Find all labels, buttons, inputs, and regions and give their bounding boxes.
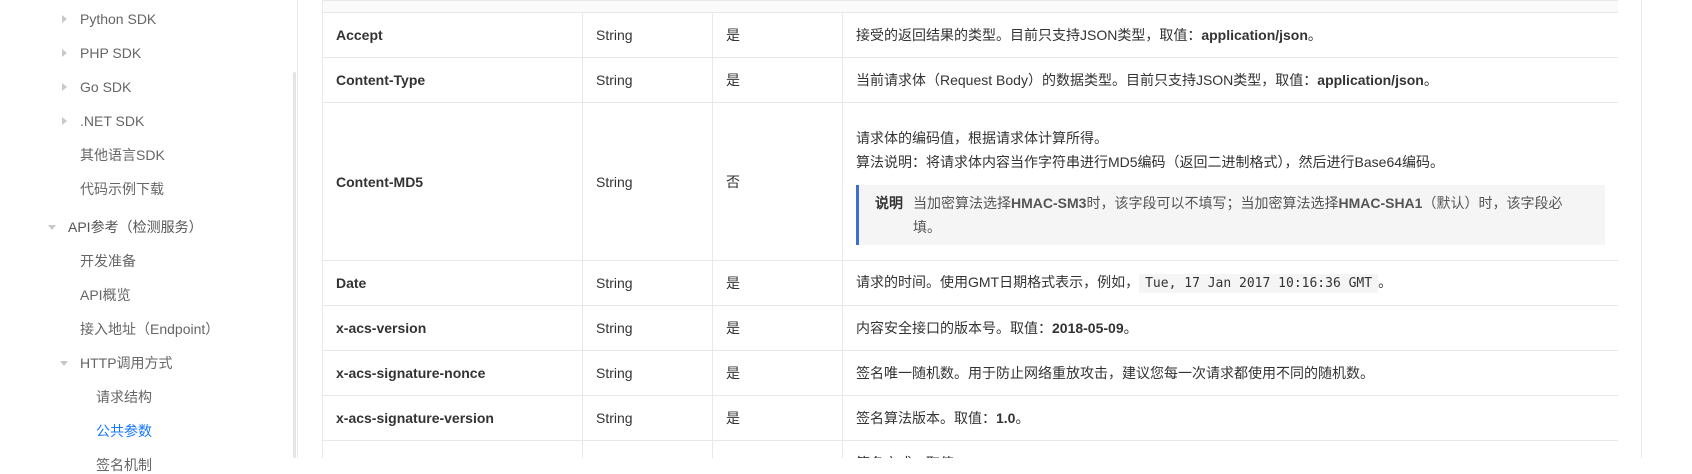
param-description: 请求的时间。使用GMT日期格式表示，例如， Tue, 17 Jan 2017 10…	[842, 260, 1618, 306]
description-line: 请求的时间。使用GMT日期格式表示，例如， Tue, 17 Jan 2017 10…	[856, 270, 1605, 296]
description-line: 签名唯一随机数。用于防止网络重放攻击，建议您每一次请求都使用不同的随机数。	[856, 361, 1605, 385]
param-type: String	[582, 350, 713, 396]
param-name: Accept	[322, 12, 583, 58]
sidebar-item[interactable]: 公共参数	[96, 422, 152, 440]
sidebar-item[interactable]: 接入地址（Endpoint）	[80, 320, 219, 338]
param-name: x-acs-version	[322, 305, 583, 351]
sidebar-item[interactable]: 代码示例下载	[80, 180, 164, 198]
caret-right-icon[interactable]	[62, 83, 67, 91]
note-label: 说明	[875, 195, 903, 211]
common-params-table: Accept String 是接受的返回结果的类型。目前只支持JSON类型，取值：a…	[322, 0, 1618, 458]
sidebar-item[interactable]: .NET SDK	[80, 112, 144, 130]
desc-fragment: 。	[1378, 274, 1393, 290]
table-row: x-acs-version String 是内容安全接口的版本号。取值：2018-0…	[322, 305, 1618, 351]
sidebar-item[interactable]: 签名机制	[96, 456, 152, 474]
desc-fragment: 内容安全接口的版本号。取值：	[856, 320, 1052, 336]
desc-fragment: application/json	[1201, 27, 1308, 43]
desc-fragment: HMAC-SHA1	[1338, 195, 1423, 211]
param-description: 签名算法版本。取值：1.0。	[842, 395, 1618, 441]
table-row: Accept String 是接受的返回结果的类型。目前只支持JSON类型，取值：a…	[322, 12, 1618, 58]
param-required: 是	[712, 350, 843, 396]
table-row: Content-MD5 String 否请求体的编码值，根据请求体计算所得。算法说明…	[322, 102, 1618, 261]
caret-down-icon[interactable]	[48, 225, 56, 230]
param-type: String	[582, 305, 713, 351]
sidebar-nav: Python SDK PHP SDK Go SDK .NET SDK 其他语言SDK 代码…	[0, 0, 298, 473]
param-type: String	[582, 102, 713, 261]
description-line: 签名方式。取值：	[856, 451, 1605, 458]
params-table-container: Accept String 是接受的返回结果的类型。目前只支持JSON类型，取值：a…	[322, 0, 1618, 458]
param-required: 是	[712, 395, 843, 441]
table-row: x-acs-signature-version String 是签名算法版本。取值：…	[322, 395, 1618, 441]
param-description: 请求体的编码值，根据请求体计算所得。算法说明：将请求体内容当作字符串进行MD5编…	[842, 102, 1618, 261]
description-line: 内容安全接口的版本号。取值：2018-05-09。	[856, 316, 1605, 340]
table-row: 签名方式。取值：	[322, 440, 1618, 458]
description-line: 当前请求体（Request Body）的数据类型。目前只支持JSON类型，取值：…	[856, 68, 1605, 92]
desc-fragment: 。	[1307, 27, 1322, 43]
desc-fragment: Tue, 17 Jan 2017 10:16:36 GMT	[1139, 274, 1379, 293]
table-row: Content-Type String 是当前请求体（Request Body）的数…	[322, 57, 1618, 103]
table-header-remnant	[322, 0, 1618, 13]
desc-fragment: 当前请求体（Request Body）的数据类型。目前只支持JSON类型，取值：	[856, 72, 1318, 88]
sidebar-item[interactable]: HTTP调用方式	[80, 354, 173, 372]
sidebar-item[interactable]: PHP SDK	[80, 44, 141, 62]
param-name: Content-Type	[322, 57, 583, 103]
param-name	[322, 440, 583, 458]
param-required: 是	[712, 260, 843, 306]
note-text: 当加密算法选择HMAC-SM3时，该字段可以不填写；当加密算法选择HMAC-SH…	[913, 191, 1589, 239]
caret-right-icon[interactable]	[62, 117, 67, 125]
param-type: String	[582, 260, 713, 306]
desc-fragment: 签名唯一随机数。用于防止网络重放攻击，建议您每一次请求都使用不同的随机数。	[856, 365, 1374, 381]
param-required	[712, 440, 843, 458]
desc-fragment: 请求的时间。使用GMT日期格式表示，例如，	[856, 274, 1140, 290]
desc-fragment: 签名算法版本。取值：	[856, 410, 996, 426]
description-line: 算法说明：将请求体内容当作字符串进行MD5编码（返回二进制格式），然后进行Bas…	[856, 154, 1445, 170]
sidebar-item[interactable]: 开发准备	[80, 252, 136, 270]
param-description: 签名唯一随机数。用于防止网络重放攻击，建议您每一次请求都使用不同的随机数。	[842, 350, 1618, 396]
param-description: 内容安全接口的版本号。取值：2018-05-09。	[842, 305, 1618, 351]
param-name: x-acs-signature-nonce	[322, 350, 583, 396]
desc-fragment: application/json	[1317, 72, 1424, 88]
caret-right-icon[interactable]	[62, 49, 67, 57]
caret-down-icon[interactable]	[60, 361, 68, 366]
param-required: 是	[712, 57, 843, 103]
desc-fragment: 2018-05-09	[1052, 320, 1124, 336]
sidebar-item[interactable]: Python SDK	[80, 10, 156, 28]
sidebar-item[interactable]: 请求结构	[96, 388, 152, 406]
description-line: 请求体的编码值，根据请求体计算所得。	[856, 130, 1108, 146]
param-type: String	[582, 12, 713, 58]
desc-fragment: HMAC-SM3	[1011, 195, 1087, 211]
desc-fragment: 。	[1015, 410, 1030, 426]
desc-fragment: 。	[1123, 320, 1138, 336]
param-required: 是	[712, 12, 843, 58]
param-name: Date	[322, 260, 583, 306]
desc-fragment: 时，该字段可以不填写；当加密算法选择	[1086, 195, 1339, 211]
description-line: 接受的返回结果的类型。目前只支持JSON类型，取值：application/js…	[856, 23, 1605, 47]
param-required: 是	[712, 305, 843, 351]
param-name: x-acs-signature-version	[322, 395, 583, 441]
param-required: 否	[712, 102, 843, 261]
sidebar-scrollbar[interactable]	[293, 72, 296, 458]
desc-fragment: 接受的返回结果的类型。目前只支持JSON类型，取值：	[856, 27, 1202, 43]
param-name: Content-MD5	[322, 102, 583, 261]
table-row: Date String 是请求的时间。使用GMT日期格式表示，例如， Tue, 17 …	[322, 260, 1618, 306]
param-description: 签名方式。取值：	[842, 440, 1618, 458]
caret-right-icon[interactable]	[62, 15, 67, 23]
sidebar-divider	[297, 0, 298, 458]
param-type	[582, 440, 713, 458]
param-type: String	[582, 395, 713, 441]
desc-fragment: 1.0	[996, 410, 1016, 426]
param-description: 接受的返回结果的类型。目前只支持JSON类型，取值：application/js…	[842, 12, 1618, 58]
note-callout: 说明 当加密算法选择HMAC-SM3时，该字段可以不填写；当加密算法选择HMAC-…	[856, 185, 1605, 245]
content-right-border	[1641, 0, 1642, 458]
desc-fragment: 当加密算法选择	[913, 195, 1011, 211]
table-row: x-acs-signature-nonce String 是签名唯一随机数。用于防止…	[322, 350, 1618, 396]
desc-fragment: 。	[1423, 72, 1438, 88]
description-line: 签名算法版本。取值：1.0。	[856, 406, 1605, 430]
param-type: String	[582, 57, 713, 103]
sidebar-item[interactable]: API参考（检测服务）	[68, 218, 203, 236]
sidebar-item[interactable]: 其他语言SDK	[80, 146, 165, 164]
sidebar-item[interactable]: API概览	[80, 286, 131, 304]
sidebar-item[interactable]: Go SDK	[80, 78, 131, 96]
param-description: 当前请求体（Request Body）的数据类型。目前只支持JSON类型，取值：…	[842, 57, 1618, 103]
